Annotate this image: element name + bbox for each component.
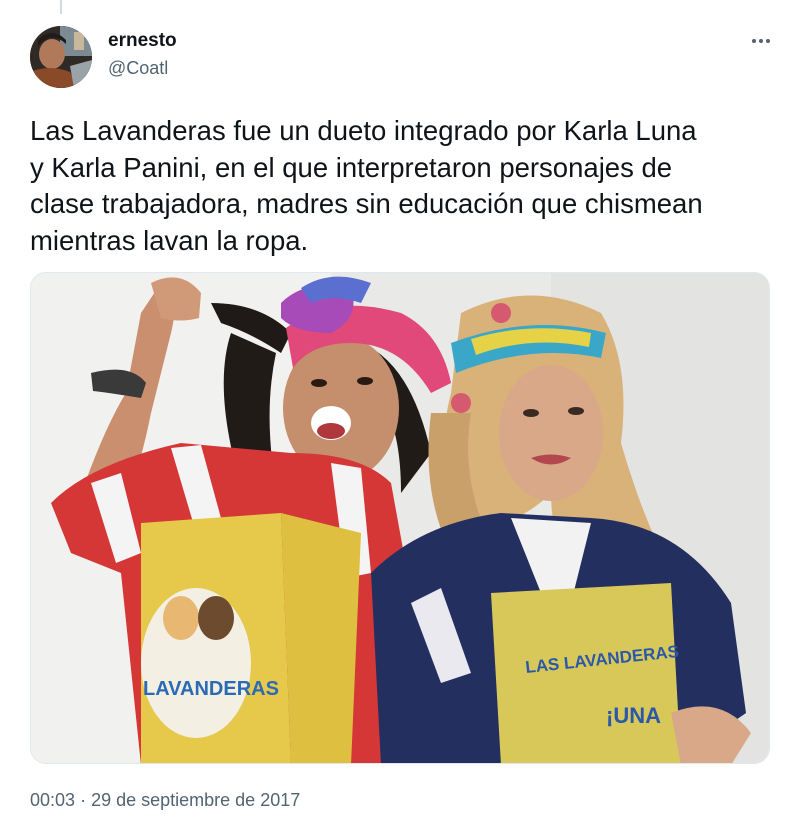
- more-horizontal-icon: [752, 39, 770, 43]
- thread-connector-line: [60, 0, 62, 14]
- author-handle[interactable]: @Coatl: [108, 58, 168, 79]
- tweet-text: Las Lavanderas fue un dueto integrado po…: [30, 113, 780, 259]
- tweet-photo[interactable]: LAVANDERAS LAS LAVANDERAS ¡UNA: [30, 272, 770, 764]
- tweet-text-line: Las Lavanderas fue un dueto integrado po…: [30, 115, 697, 146]
- tweet-timestamp[interactable]: 00:03 · 29 de septiembre de 2017: [30, 790, 300, 811]
- tweet-date: 29 de septiembre de 2017: [91, 790, 301, 810]
- photo-two-women-costumed: LAVANDERAS LAS LAVANDERAS ¡UNA: [31, 273, 769, 763]
- apron-logo-text: LAVANDERAS: [143, 678, 279, 700]
- timestamp-separator: ·: [80, 790, 87, 810]
- tweet-card: ernesto @Coatl Las Lavanderas fue un due…: [0, 0, 800, 825]
- tweet-text-line: clase trabajadora, madres sin educación …: [30, 188, 703, 219]
- tweet-text-line: mientras lavan la ropa.: [30, 224, 309, 256]
- apron-right-text-2: ¡UNA: [606, 703, 661, 728]
- tweet-time: 00:03: [30, 790, 76, 810]
- author-display-name[interactable]: ernesto: [108, 30, 177, 52]
- tweet-text-line: y Karla Panini, en el que interpretaron …: [30, 151, 673, 183]
- avatar-photo: [30, 26, 92, 88]
- avatar[interactable]: [30, 26, 92, 88]
- more-options-button[interactable]: [744, 28, 778, 54]
